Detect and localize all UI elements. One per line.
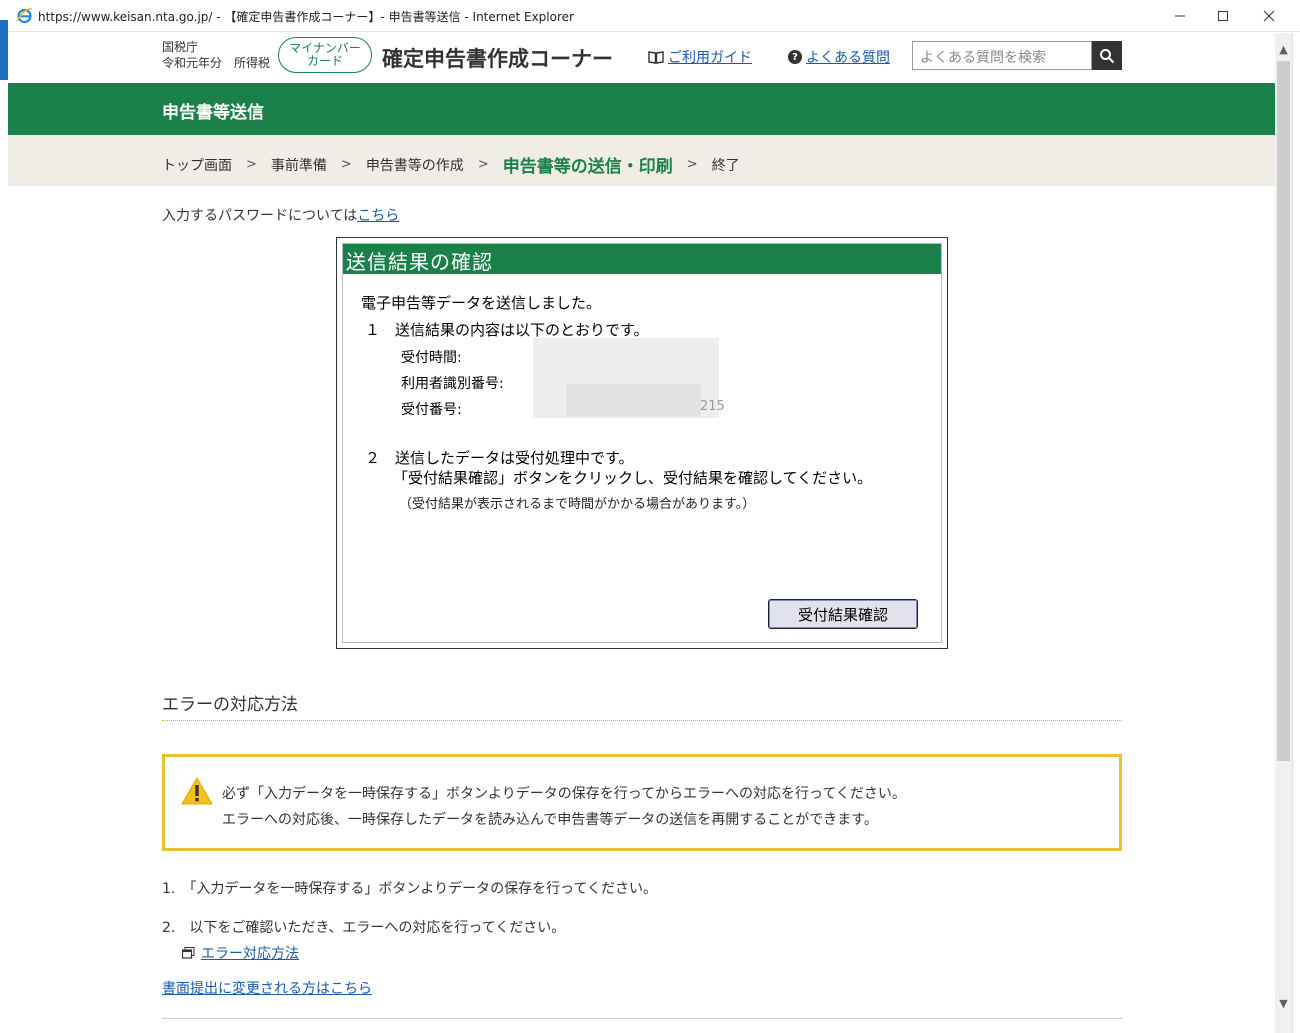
guide-link-text[interactable]: ご利用ガイド: [668, 47, 752, 67]
scroll-down-icon[interactable]: ▼: [1275, 993, 1292, 1013]
search-icon: [1100, 48, 1115, 63]
send-result-panel: 送信結果の確認 電子申告等データを送信しました。 １ 送信結果の内容は以下のとお…: [342, 243, 942, 643]
bottom-divider: [162, 1018, 1122, 1019]
error-section-title: エラーの対応方法: [162, 695, 298, 715]
minimize-button[interactable]: [1157, 0, 1203, 32]
dialog-title: 送信結果の確認: [343, 244, 941, 274]
site-header: 国税庁 令和元年分 所得税 マイナンバー カード 確定申告書作成コーナー ご利用…: [8, 33, 1275, 83]
faq-link-text[interactable]: よくある質問: [806, 47, 890, 67]
warning-box: 必ず「入力データを一時保存する」ボタンよりデータの保存を行ってからエラーへの対応…: [162, 754, 1122, 851]
tax-year-label: 令和元年分 所得税: [162, 56, 271, 70]
scrollbar-thumb[interactable]: [1277, 61, 1290, 761]
warning-icon: [181, 777, 213, 805]
minimize-icon: [1175, 15, 1185, 17]
page-title-bar: 申告書等送信: [8, 83, 1275, 135]
send-result-dialog: 送信結果の確認 電子申告等データを送信しました。 １ 送信結果の内容は以下のとお…: [336, 237, 948, 649]
window-titlebar: https://www.keisan.nta.go.jp/ - 【確定申告書作成…: [0, 0, 1300, 32]
agency-label: 国税庁 令和元年分 所得税: [162, 39, 270, 71]
card-label: カード: [306, 54, 343, 68]
warning-text: 必ず「入力データを一時保存する」ボタンよりデータの保存を行ってからエラーへの対応…: [222, 781, 906, 833]
result-item-1: １ 送信結果の内容は以下のとおりです。: [365, 321, 649, 339]
chevron-right-icon: >: [246, 157, 257, 172]
chevron-right-icon: >: [477, 157, 489, 172]
reception-number-tail: 215: [700, 399, 725, 414]
vertical-scrollbar[interactable]: ▲ ▼: [1275, 33, 1292, 1033]
password-note: 入力するパスワードについてはこちら: [162, 205, 399, 225]
breadcrumb-step-send-print: 申告書等の送信・印刷: [502, 157, 673, 177]
chevron-right-icon: >: [340, 157, 352, 172]
password-help-link[interactable]: こちら: [357, 208, 399, 224]
search-button[interactable]: [1092, 41, 1122, 70]
result-item-2-instruction: 「受付結果確認」ボタンをクリックし、受付結果を確認してください。: [393, 469, 873, 487]
reception-number-label: 受付番号:: [401, 402, 462, 418]
sent-message: 電子申告等データを送信しました。: [361, 294, 602, 312]
reception-time-label: 受付時間:: [401, 350, 462, 366]
paper-submission-link[interactable]: 書面提出に変更される方はこちら: [162, 978, 372, 998]
maximize-button[interactable]: [1200, 0, 1246, 32]
question-icon: ?: [788, 50, 802, 64]
breadcrumb-step-top: トップ画面: [162, 157, 232, 174]
faq-link[interactable]: ? よくある質問: [788, 47, 890, 67]
password-note-text: 入力するパスワードについては: [162, 208, 358, 224]
desktop-edge: [0, 20, 8, 80]
check-reception-result-button[interactable]: 受付結果確認: [768, 599, 918, 629]
internet-explorer-icon: [16, 8, 33, 24]
window-right-edge: [1292, 33, 1300, 1033]
user-id-label: 利用者識別番号:: [401, 376, 504, 392]
agency-name: 国税庁: [162, 40, 199, 54]
paper-submission-link-text[interactable]: 書面提出に変更される方はこちら: [162, 981, 372, 997]
scroll-up-icon[interactable]: ▲: [1275, 39, 1292, 59]
book-icon: [648, 51, 664, 64]
result-item-2: ２ 送信したデータは受付処理中です。: [365, 449, 634, 467]
chevron-right-icon: >: [686, 157, 698, 172]
faq-search-input[interactable]: よくある質問を検索: [912, 41, 1092, 70]
breadcrumb: トップ画面 > 事前準備 > 申告書等の作成 > 申告書等の送信・印刷 > 終了: [8, 135, 1275, 186]
window-title: https://www.keisan.nta.go.jp/ - 【確定申告書作成…: [38, 10, 574, 24]
step-2: 2. 以下をご確認いただき、エラーへの対応を行ってください。: [162, 920, 566, 936]
breadcrumb-step-create: 申告書等の作成: [365, 157, 464, 174]
site-title: 確定申告書作成コーナー: [382, 47, 613, 71]
error-handling-link-text[interactable]: エラー対応方法: [201, 943, 299, 963]
redacted-block: [566, 384, 701, 416]
close-icon: [1263, 10, 1275, 22]
breadcrumb-step-finish: 終了: [711, 157, 740, 174]
section-divider: [162, 720, 1122, 721]
page-title: 申告書等送信: [162, 103, 264, 123]
mynumber-card-badge[interactable]: マイナンバー カード: [278, 37, 372, 73]
result-item-2-note: （受付結果が表示されるまで時間がかかる場合があります。）: [399, 497, 756, 512]
error-handling-link[interactable]: エラー対応方法: [182, 943, 299, 963]
breadcrumb-step-preparation: 事前準備: [270, 157, 327, 174]
guide-link[interactable]: ご利用ガイド: [648, 47, 752, 67]
warning-line-1: 必ず「入力データを一時保存する」ボタンよりデータの保存を行ってからエラーへの対応…: [222, 786, 906, 802]
warning-line-2: エラーへの対応後、一時保存したデータを読み込んで申告書等データの送信を再開するこ…: [222, 812, 878, 828]
window-icon: [182, 947, 195, 959]
maximize-icon: [1218, 11, 1228, 21]
close-button[interactable]: [1246, 0, 1292, 32]
step-1: 1. 「入力データを一時保存する」ボタンよりデータの保存を行ってください。: [162, 881, 657, 897]
